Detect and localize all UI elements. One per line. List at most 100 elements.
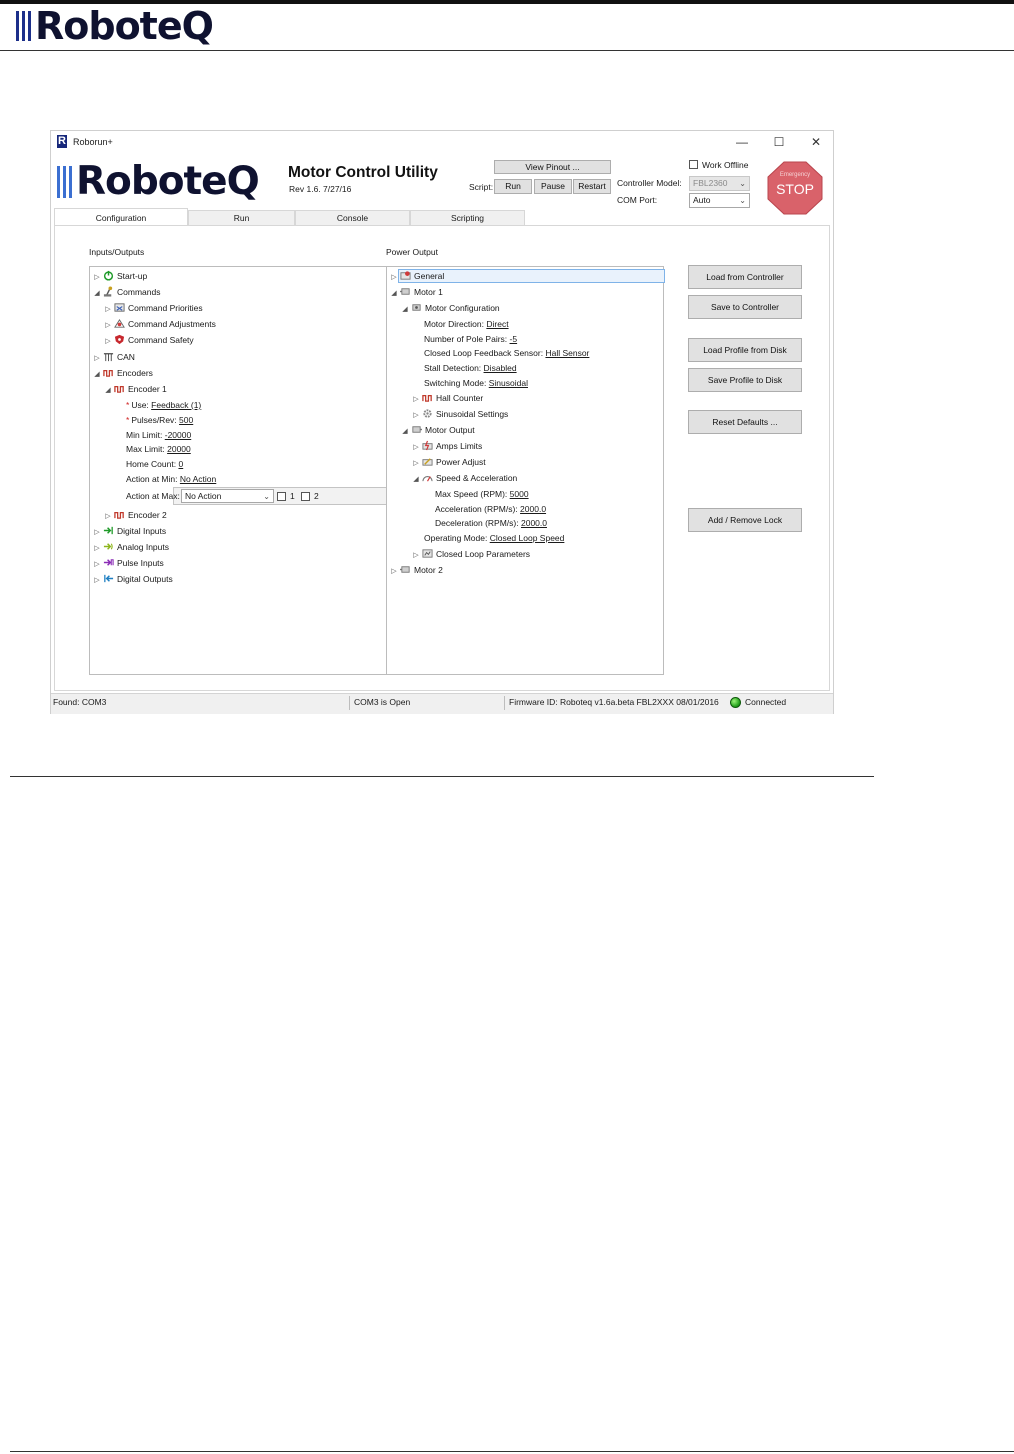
stall-value[interactable]: Disabled <box>484 363 517 373</box>
tree-node-amps-limits[interactable]: ▷ Amps Limits <box>412 439 482 453</box>
emergency-stop-button[interactable]: Emergency STOP <box>767 161 823 215</box>
action-min-value[interactable]: No Action <box>180 474 216 484</box>
collapse-arrow-icon[interactable]: ◢ <box>93 368 101 382</box>
max-limit-label: Max Limit: <box>126 444 165 454</box>
script-restart-button[interactable]: Restart <box>573 179 611 194</box>
action-max-checkbox-1[interactable] <box>277 492 286 501</box>
tree-node-pulse-inputs[interactable]: ▷ Pulse Inputs <box>93 556 163 572</box>
expand-arrow-icon[interactable]: ▷ <box>93 352 101 366</box>
maximize-button[interactable]: ☐ <box>761 133 797 151</box>
tree-node-command-priorities[interactable]: ▷ Command Priorities <box>104 301 202 317</box>
save-to-controller-button[interactable]: Save to Controller <box>688 295 802 319</box>
gear-icon <box>423 409 432 418</box>
script-pause-button[interactable]: Pause <box>534 179 572 194</box>
tree-node-startup[interactable]: ▷ Start-up <box>93 269 147 283</box>
tree-node-analog-inputs[interactable]: ▷ Analog Inputs <box>93 540 169 554</box>
switching-value[interactable]: Sinusoidal <box>489 378 528 388</box>
home-count-value[interactable]: 0 <box>178 459 183 469</box>
expand-arrow-icon[interactable]: ▷ <box>104 510 112 524</box>
tree-node-motor-2[interactable]: ▷ Motor 2 <box>390 563 443 577</box>
script-run-button[interactable]: Run <box>494 179 532 194</box>
close-button[interactable]: ✕ <box>798 133 834 151</box>
collapse-arrow-icon[interactable]: ◢ <box>412 473 420 487</box>
tree-node-hall-counter[interactable]: ▷ Hall Counter <box>412 391 483 405</box>
pole-pairs-value[interactable]: -5 <box>510 334 518 344</box>
tree-node-power-adjust[interactable]: ▷ Power Adjust <box>412 455 485 471</box>
tree-node-sinusoidal-settings[interactable]: ▷ Sinusoidal Settings <box>412 407 508 421</box>
accel-value[interactable]: 2000.0 <box>520 504 546 514</box>
expand-arrow-icon[interactable]: ▷ <box>390 271 398 285</box>
use-value[interactable]: Feedback (1) <box>151 400 201 410</box>
tree-node-digital-outputs[interactable]: ▷ Digital Outputs <box>93 572 172 588</box>
add-remove-lock-button[interactable]: Add / Remove Lock <box>688 508 802 532</box>
motor-output-label: Motor Output <box>425 425 475 435</box>
tree-node-speed-acceleration[interactable]: ◢ Speed & Acceleration <box>412 471 517 485</box>
tree-node-encoders[interactable]: ◢ Encoders <box>93 366 153 380</box>
tree-node-motor-1[interactable]: ◢ Motor 1 <box>390 285 443 299</box>
expand-arrow-icon[interactable]: ▷ <box>104 303 112 317</box>
closed-loop-icon <box>422 549 433 558</box>
tree-node-closed-loop-parameters[interactable]: ▷ Closed Loop Parameters <box>412 547 530 561</box>
save-profile-button[interactable]: Save Profile to Disk <box>688 368 802 392</box>
expand-arrow-icon[interactable]: ▷ <box>412 457 420 471</box>
tree-node-command-safety[interactable]: ▷ Command Safety <box>104 333 194 347</box>
collapse-arrow-icon[interactable]: ◢ <box>390 287 398 301</box>
joystick-icon <box>103 286 113 297</box>
tree-node-motor-output[interactable]: ◢ Motor Output <box>401 423 475 439</box>
collapse-arrow-icon[interactable]: ◢ <box>401 303 409 317</box>
expand-arrow-icon[interactable]: ▷ <box>412 409 420 423</box>
tree-node-encoder-2[interactable]: ▷ Encoder 2 <box>104 508 166 524</box>
expand-arrow-icon[interactable]: ▷ <box>93 574 101 588</box>
expand-arrow-icon[interactable]: ▷ <box>104 335 112 349</box>
op-mode-value[interactable]: Closed Loop Speed <box>490 533 565 543</box>
feedback-sensor-value[interactable]: Hall Sensor <box>545 348 589 358</box>
tree-node-general[interactable]: ▷ General <box>390 269 444 283</box>
max-speed-value[interactable]: 5000 <box>510 489 529 499</box>
expand-arrow-icon[interactable]: ▷ <box>412 441 420 455</box>
tree-node-command-adjustments[interactable]: ▷ Command Adjustments <box>104 317 216 331</box>
action-max-checkbox-2[interactable] <box>301 492 310 501</box>
use-label: Use: <box>131 400 149 410</box>
encoder-icon <box>103 370 113 377</box>
view-pinout-button[interactable]: View Pinout ... <box>494 160 611 174</box>
max-limit-value[interactable]: 20000 <box>167 444 191 454</box>
encoder-use-row: * Use: Feedback (1) <box>126 398 201 412</box>
decel-value[interactable]: 2000.0 <box>521 518 547 528</box>
expand-arrow-icon[interactable]: ▷ <box>412 549 420 563</box>
accel-label: Acceleration (RPM/s): <box>435 504 518 514</box>
tab-scripting[interactable]: Scripting <box>410 210 525 225</box>
tree-node-can[interactable]: ▷ CAN <box>93 350 135 364</box>
work-offline-checkbox[interactable] <box>689 160 698 169</box>
action-at-max-select[interactable]: No Action ⌄ <box>181 489 274 503</box>
tab-run[interactable]: Run <box>188 210 295 225</box>
window-title: Roborun+ <box>73 137 113 147</box>
collapse-arrow-icon[interactable]: ◢ <box>93 287 101 301</box>
motor-direction-value[interactable]: Direct <box>486 319 508 329</box>
pulses-value[interactable]: 500 <box>179 415 193 425</box>
expand-arrow-icon[interactable]: ▷ <box>93 558 101 572</box>
motor-icon <box>400 288 410 295</box>
com-port-select[interactable]: Auto ⌄ <box>689 193 750 208</box>
load-from-controller-button[interactable]: Load from Controller <box>688 265 802 289</box>
controller-model-select[interactable]: FBL2360 ⌄ <box>689 176 750 191</box>
load-profile-button[interactable]: Load Profile from Disk <box>688 338 802 362</box>
min-limit-value[interactable]: -20000 <box>165 430 191 440</box>
tree-node-encoder-1[interactable]: ◢ Encoder 1 <box>104 382 166 398</box>
tree-node-motor-configuration[interactable]: ◢ Motor Configuration <box>401 301 499 317</box>
minimize-button[interactable]: — <box>724 133 760 151</box>
page-divider <box>10 776 874 777</box>
expand-arrow-icon[interactable]: ▷ <box>390 565 398 579</box>
expand-arrow-icon[interactable]: ▷ <box>412 393 420 407</box>
expand-arrow-icon[interactable]: ▷ <box>104 319 112 333</box>
tree-node-digital-inputs[interactable]: ▷ Digital Inputs <box>93 524 166 538</box>
collapse-arrow-icon[interactable]: ◢ <box>401 425 409 439</box>
expand-arrow-icon[interactable]: ▷ <box>93 271 101 285</box>
collapse-arrow-icon[interactable]: ◢ <box>104 384 112 398</box>
tab-console[interactable]: Console <box>295 210 410 225</box>
tab-configuration[interactable]: Configuration <box>54 208 188 226</box>
page-footer-rule <box>10 1451 1014 1452</box>
expand-arrow-icon[interactable]: ▷ <box>93 526 101 540</box>
expand-arrow-icon[interactable]: ▷ <box>93 542 101 556</box>
reset-defaults-button[interactable]: Reset Defaults ... <box>688 410 802 434</box>
tree-node-commands[interactable]: ◢ Commands <box>93 285 160 299</box>
